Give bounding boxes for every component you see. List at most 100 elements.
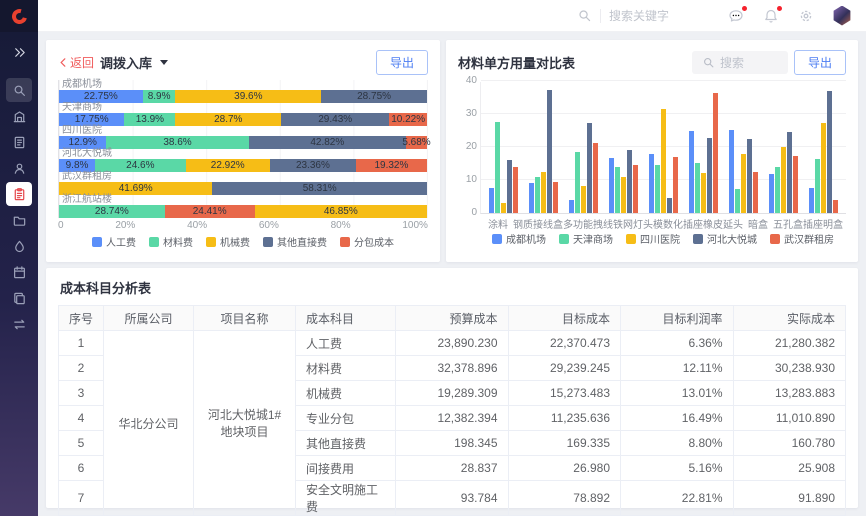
stacked-card-header: 返回 调拨入库 导出 [58, 50, 428, 74]
bar [633, 165, 638, 214]
export-button-right[interactable]: 导出 [794, 50, 846, 75]
legend-swatch [340, 237, 350, 247]
bar [781, 147, 786, 213]
stacked-bar: 41.69%58.31% [59, 182, 427, 195]
cell-budget: 19,289.309 [396, 381, 509, 406]
sidebar-item-drop[interactable] [6, 234, 32, 258]
bar-group-多功能拽线 [564, 82, 604, 213]
legend-label: 天津商场 [573, 231, 613, 246]
sidebar-item-calendar[interactable] [6, 260, 32, 284]
sidebar-item-user[interactable] [6, 156, 32, 180]
bar [667, 198, 672, 214]
bar [673, 157, 678, 213]
stacked-row-河北大悦城: 河北大悦城9.8%24.6%22.92%23.36%19.32% [59, 149, 427, 172]
grouped-card-header: 材料单方用量对比表 搜索 导出 [458, 50, 846, 74]
bar-group-涂料 [484, 82, 524, 213]
cell-target: 29,239.245 [508, 356, 621, 381]
bar-segment: 19.32% [356, 159, 427, 172]
bar [649, 154, 654, 213]
cell-subject: 安全文明施工费 [296, 481, 396, 516]
column-header: 成本科目 [296, 306, 396, 331]
message-icon[interactable] [727, 7, 745, 25]
stacked-bar: 12.9%38.6%42.82%5.68% [59, 136, 427, 149]
bar [741, 154, 746, 213]
cell-target: 78.892 [508, 481, 621, 516]
legend-swatch [492, 234, 502, 244]
bar [793, 156, 798, 213]
user-avatar[interactable] [832, 6, 852, 26]
bar [547, 90, 552, 213]
sidebar-item-building[interactable] [6, 104, 32, 128]
bar-segment: 22.92% [186, 159, 270, 172]
sidebar-item-clipboard[interactable] [6, 182, 32, 206]
folder-icon [12, 213, 27, 228]
sidebar-item-search[interactable] [6, 78, 32, 102]
legend-swatch [149, 237, 159, 247]
sidebar-item-transfer[interactable] [6, 312, 32, 336]
export-button-left[interactable]: 导出 [376, 50, 428, 75]
sidebar-item-expand[interactable] [6, 40, 32, 64]
table-title: 成本科目分析表 [60, 278, 846, 297]
bar [809, 188, 814, 213]
sidebar-item-copy[interactable] [6, 286, 32, 310]
bar [815, 159, 820, 213]
sidebar-item-folder[interactable] [6, 208, 32, 232]
x-tick: 0 [58, 220, 64, 232]
cell-margin: 22.81% [621, 481, 734, 516]
bar-segment: 39.6% [175, 90, 321, 103]
legend-item[interactable]: 材料费 [149, 234, 193, 249]
legend-item[interactable]: 四川医院 [626, 231, 680, 246]
legend-item[interactable]: 人工费 [92, 234, 136, 249]
gear-icon[interactable] [797, 7, 815, 25]
y-tick: 10 [459, 174, 477, 185]
column-header: 序号 [59, 306, 104, 331]
user-icon [12, 161, 27, 176]
legend-item[interactable]: 河北大悦城 [693, 231, 757, 246]
search-icon [702, 56, 715, 69]
app-logo[interactable] [0, 0, 38, 32]
bar [615, 167, 620, 213]
bar [735, 189, 740, 213]
legend-item[interactable]: 分包成本 [340, 234, 394, 249]
legend-item[interactable]: 成都机场 [492, 231, 546, 246]
legend-swatch [693, 234, 703, 244]
bar [833, 200, 838, 213]
y-tick: 20 [459, 141, 477, 152]
legend-item[interactable]: 机械费 [206, 234, 250, 249]
bar-segment: 46.85% [255, 205, 427, 218]
bar [695, 163, 700, 213]
cell-no: 1 [59, 331, 104, 356]
cell-budget: 23,890.230 [396, 331, 509, 356]
stacked-row-天津商场: 天津商场17.75%13.9%28.7%29.43%10.22% [59, 103, 427, 126]
legend-item[interactable]: 天津商场 [559, 231, 613, 246]
cell-budget: 12,382.394 [396, 406, 509, 431]
bar [593, 143, 598, 213]
column-header: 所属公司 [104, 306, 194, 331]
expand-icon [12, 45, 27, 60]
sidebar-item-document[interactable] [6, 130, 32, 154]
bar [489, 188, 494, 213]
bar-segment: 8.9% [143, 90, 176, 103]
chevron-down-icon[interactable] [160, 60, 168, 65]
legend-item[interactable]: 武汉群租房 [770, 231, 834, 246]
bar [501, 203, 506, 213]
back-link[interactable]: 返回 [58, 54, 94, 71]
gridline [481, 80, 846, 81]
building-icon [12, 109, 27, 124]
divider [600, 9, 601, 23]
cell-subject: 机械费 [296, 381, 396, 406]
bar-segment: 28.7% [175, 113, 281, 126]
bar-group-暗盒 [723, 82, 763, 213]
grouped-chart-card: 材料单方用量对比表 搜索 导出 010203040 涂料钢质接线盒多功能拽线铁网… [446, 40, 858, 262]
bar-segment: 28.75% [321, 90, 427, 103]
bar [569, 200, 574, 213]
cell-no: 2 [59, 356, 104, 381]
cell-margin: 13.01% [621, 381, 734, 406]
global-search[interactable]: 搜索关键字 [577, 7, 681, 24]
chart-search-input[interactable]: 搜索 [692, 51, 788, 74]
bell-icon[interactable] [762, 7, 780, 25]
bar-segment: 13.9% [124, 113, 175, 126]
cell-subject: 人工费 [296, 331, 396, 356]
cell-no: 3 [59, 381, 104, 406]
legend-item[interactable]: 其他直接费 [263, 234, 327, 249]
